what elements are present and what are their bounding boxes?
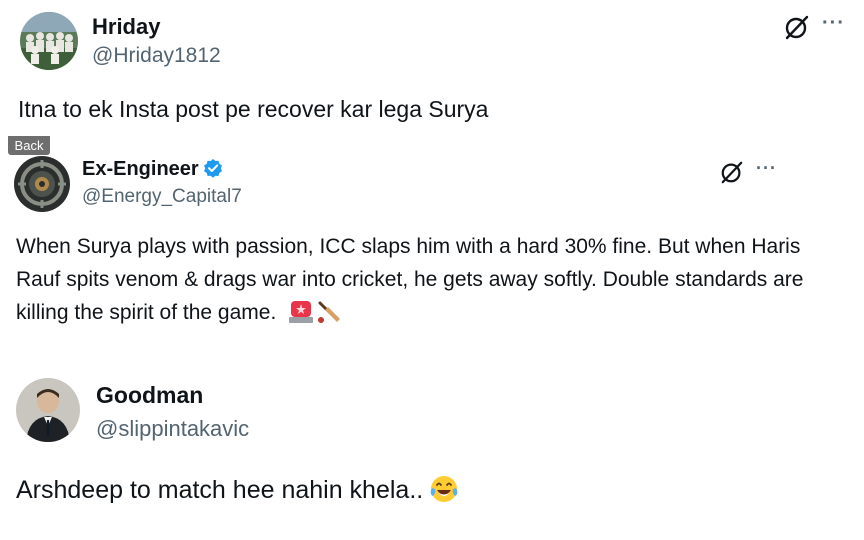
avatar[interactable]: [20, 12, 78, 70]
post-text: Arshdeep to match hee nahin khela..: [16, 474, 846, 511]
post-ex-engineer: Ex-Engineer @Energy_Capital7 ··· When Su…: [0, 150, 864, 350]
user-handle[interactable]: @Hriday1812: [92, 44, 221, 68]
user-handle[interactable]: @Energy_Capital7: [82, 186, 242, 208]
laughing-tears-emoji: [429, 474, 459, 511]
display-name-text: Ex-Engineer: [82, 158, 199, 180]
display-name[interactable]: Ex-Engineer: [82, 158, 223, 184]
more-options-icon[interactable]: ···: [822, 12, 845, 35]
post-text: When Surya plays with passion, ICC slaps…: [16, 230, 816, 335]
police-light-emoji: [288, 299, 314, 335]
display-name[interactable]: Goodman: [96, 382, 203, 409]
grok-icon[interactable]: [720, 160, 744, 189]
post-text-content: Arshdeep to match hee nahin khela..: [16, 476, 424, 504]
more-options-icon[interactable]: ···: [756, 158, 777, 179]
post-text-content: When Surya plays with passion, ICC slaps…: [16, 235, 804, 324]
post-hriday: Hriday @Hriday1812 ··· Itna to ek Insta …: [0, 0, 864, 135]
post-goodman: Goodman @slippintakavic Arshdeep to matc…: [0, 370, 864, 540]
avatar[interactable]: [14, 156, 70, 212]
grok-icon[interactable]: [784, 14, 810, 45]
cricket-bat-emoji: [316, 299, 342, 335]
post-text: Itna to ek Insta post pe recover kar leg…: [18, 96, 489, 122]
display-name[interactable]: Hriday: [92, 14, 160, 40]
avatar[interactable]: [16, 378, 80, 442]
user-handle[interactable]: @slippintakavic: [96, 416, 249, 442]
verified-badge-icon: [203, 158, 223, 184]
